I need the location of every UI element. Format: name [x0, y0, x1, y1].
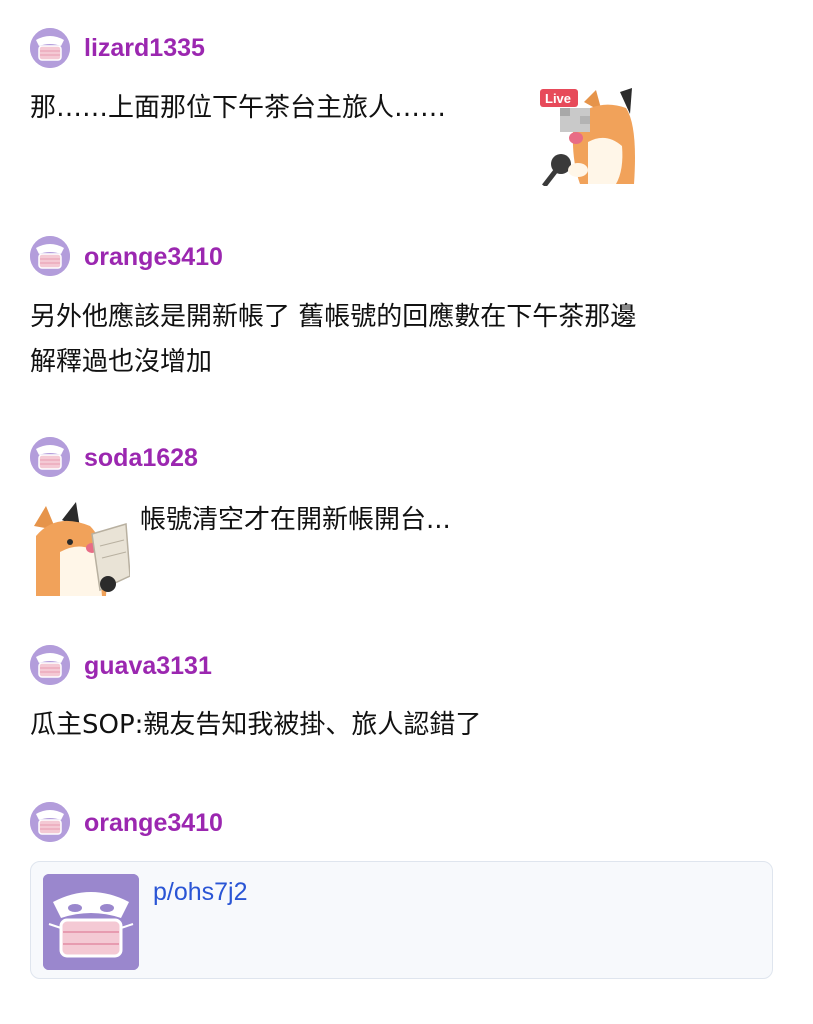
avatar[interactable] — [30, 437, 70, 477]
masked-avatar-icon — [43, 874, 139, 970]
comment-text-line: 解釋過也沒增加 — [30, 347, 213, 377]
link-thumbnail — [43, 874, 139, 970]
avatar[interactable] — [30, 236, 70, 276]
link-preview-card[interactable]: p/ohs7j2 — [30, 861, 773, 979]
comment-text: 瓜主SOP:親友告知我被掛、旅人認錯了 — [30, 710, 482, 740]
masked-avatar-icon — [30, 437, 70, 477]
username[interactable]: lizard1335 — [84, 36, 205, 61]
avatar[interactable] — [30, 28, 70, 68]
masked-avatar-icon — [30, 645, 70, 685]
avatar[interactable] — [30, 802, 70, 842]
masked-avatar-icon — [30, 28, 70, 68]
username[interactable]: orange3410 — [84, 811, 223, 836]
comment-text: 那……上面那位下午茶台主旅人…… — [30, 93, 447, 123]
live-badge-label: Live — [545, 91, 571, 106]
username[interactable]: guava3131 — [84, 654, 212, 679]
masked-avatar-icon — [30, 802, 70, 842]
fox-reading-paper-sticker — [30, 496, 131, 596]
post-link[interactable]: p/ohs7j2 — [153, 878, 248, 907]
avatar[interactable] — [30, 645, 70, 685]
username[interactable]: orange3410 — [84, 245, 223, 270]
fox-reporter-live-sticker: Live — [536, 86, 638, 188]
comment-text-line: 另外他應該是開新帳了 舊帳號的回應數在下午茶那邊 — [30, 302, 637, 332]
masked-avatar-icon — [30, 236, 70, 276]
comment-text: 帳號清空才在開新帳開台... — [140, 505, 451, 535]
username[interactable]: soda1628 — [84, 446, 198, 471]
